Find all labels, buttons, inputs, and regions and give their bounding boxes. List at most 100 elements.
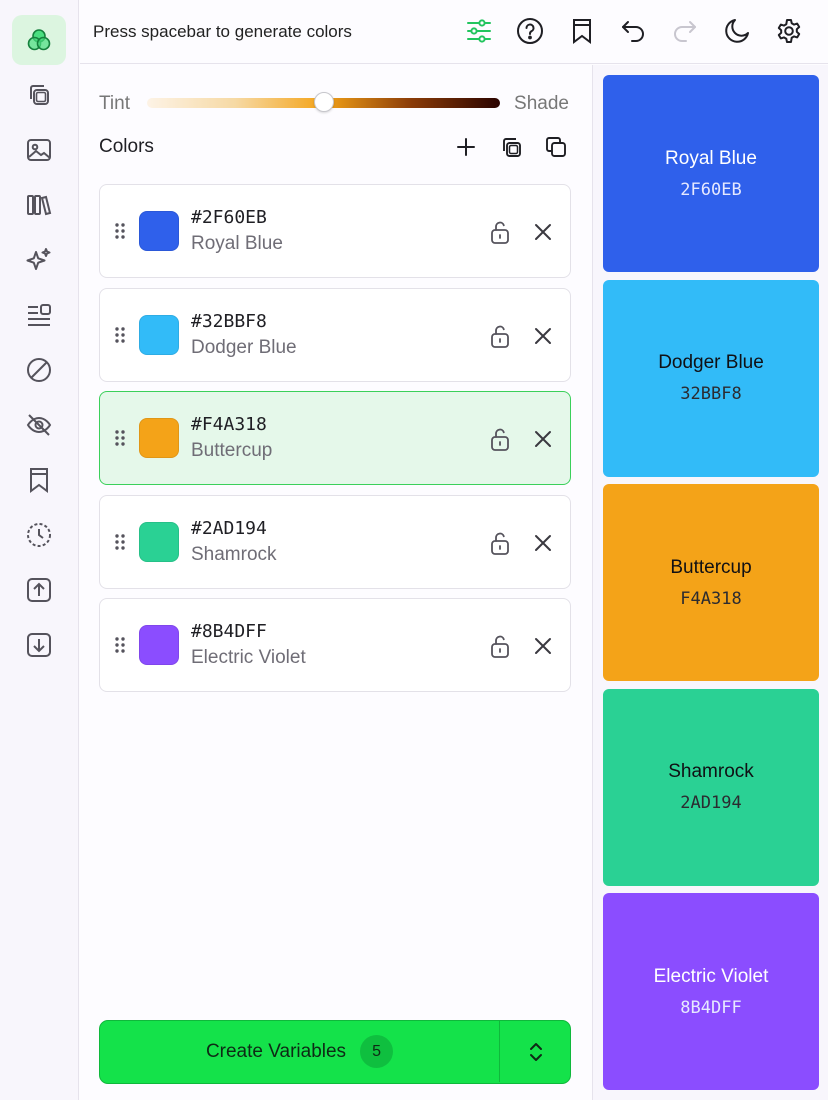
list-view-button[interactable] — [12, 290, 66, 340]
preview-color-name: Buttercup — [670, 556, 752, 578]
drag-handle-icon[interactable] — [114, 221, 126, 241]
color-name: Electric Violet — [191, 647, 306, 668]
preview-color-hex: 2F60EB — [680, 179, 742, 200]
bookmarks-button[interactable] — [12, 455, 66, 505]
slash-circle-icon — [27, 358, 51, 382]
close-icon[interactable] — [530, 633, 556, 659]
unlock-icon[interactable] — [487, 323, 513, 349]
preview-color-hex: 2AD194 — [680, 793, 742, 813]
history-button[interactable] — [12, 510, 66, 560]
close-icon[interactable] — [530, 219, 556, 245]
color-list: #2F60EB Royal Blue #32BBF8 Dodger Blue #F4A3… — [99, 184, 571, 702]
color-hex[interactable]: #2AD194 — [191, 518, 267, 539]
preview-swatch[interactable]: Shamrock 2AD194 — [603, 688, 819, 886]
color-hex[interactable]: #32BBF8 — [191, 311, 267, 332]
copy-all-button[interactable] — [497, 133, 525, 161]
preview-swatch[interactable]: Royal Blue 2F60EB — [603, 75, 819, 272]
add-color-button[interactable] — [452, 133, 480, 161]
upload-icon — [27, 578, 51, 602]
import-button[interactable] — [12, 620, 66, 670]
slider-thumb[interactable] — [313, 92, 334, 112]
list-icon — [28, 304, 51, 326]
adjust-button[interactable] — [462, 14, 496, 48]
undo-icon — [622, 21, 644, 42]
color-row[interactable]: #8B4DFF Electric Violet — [99, 598, 571, 692]
export-button[interactable] — [12, 565, 66, 615]
adjustments-icon — [467, 19, 491, 43]
color-name: Buttercup — [191, 440, 273, 461]
sparkles-icon — [26, 248, 51, 270]
undo-button[interactable] — [616, 14, 650, 48]
history-icon — [27, 523, 51, 547]
tint-label: Tint — [99, 93, 130, 114]
create-options-toggle[interactable] — [501, 1021, 570, 1082]
color-swatch[interactable] — [139, 625, 179, 665]
ai-generate-button[interactable] — [12, 235, 66, 285]
tool-sidebar — [0, 0, 79, 1100]
image-icon — [27, 139, 51, 161]
palette-generator-button[interactable] — [12, 15, 66, 65]
duplicate-palette-button[interactable] — [12, 70, 66, 120]
color-swatch[interactable] — [139, 521, 179, 562]
preview-color-hex: 32BBF8 — [680, 384, 742, 404]
download-icon — [27, 633, 51, 657]
drag-handle-icon[interactable] — [114, 532, 126, 552]
disable-button[interactable] — [12, 345, 66, 395]
help-icon — [517, 18, 543, 44]
eye-off-icon — [26, 414, 52, 436]
colors-heading: Colors — [99, 136, 154, 157]
unlock-icon[interactable] — [487, 426, 513, 452]
unlock-icon[interactable] — [487, 530, 513, 556]
preview-color-hex: F4A318 — [680, 588, 742, 609]
drag-handle-icon[interactable] — [114, 635, 126, 655]
spacebar-hint: Press spacebar to generate colors — [93, 22, 352, 41]
copy-button[interactable] — [542, 133, 570, 161]
close-icon[interactable] — [530, 323, 556, 349]
image-extract-button[interactable] — [12, 125, 66, 175]
copy-stack-icon — [503, 138, 521, 157]
color-row[interactable]: #2AD194 Shamrock — [99, 494, 571, 589]
redo-button[interactable] — [668, 14, 702, 48]
save-palette-button[interactable] — [565, 14, 599, 48]
color-row[interactable]: #32BBF8 Dodger Blue — [99, 287, 571, 382]
close-icon[interactable] — [530, 426, 556, 452]
help-button[interactable] — [513, 14, 547, 48]
bookmark-icon — [30, 468, 48, 493]
unlock-icon[interactable] — [487, 219, 513, 245]
top-bar: Press spacebar to generate colors — [80, 0, 828, 64]
color-row[interactable]: #2F60EB Royal Blue — [99, 184, 571, 278]
preview-swatch[interactable]: Buttercup F4A318 — [603, 484, 819, 681]
color-hex[interactable]: #8B4DFF — [191, 621, 267, 642]
preview-color-name: Shamrock — [668, 761, 754, 782]
preview-swatch[interactable]: Electric Violet 8B4DFF — [603, 893, 819, 1090]
color-swatch[interactable] — [139, 211, 179, 251]
drag-handle-icon[interactable] — [114, 428, 126, 448]
dark-mode-button[interactable] — [720, 14, 754, 48]
shade-label: Shade — [514, 93, 569, 114]
chevron-up-down-icon — [529, 1042, 542, 1061]
color-swatch[interactable] — [139, 314, 179, 355]
color-name: Royal Blue — [191, 233, 283, 254]
color-swatch[interactable] — [139, 418, 179, 458]
color-hex[interactable]: #2F60EB — [191, 207, 267, 228]
preview-color-name: Royal Blue — [665, 147, 757, 169]
create-variables-main[interactable]: Create Variables 5 — [100, 1021, 500, 1082]
preview-color-hex: 8B4DFF — [680, 997, 742, 1018]
color-name: Shamrock — [191, 543, 277, 565]
drag-handle-icon[interactable] — [114, 325, 126, 345]
close-icon[interactable] — [530, 530, 556, 556]
plus-icon — [457, 138, 475, 156]
gear-icon — [777, 19, 801, 43]
create-variables-button[interactable]: Create Variables 5 — [99, 1020, 571, 1084]
library-icon — [27, 195, 52, 216]
color-hex[interactable]: #F4A318 — [191, 414, 267, 435]
unlock-icon[interactable] — [487, 633, 513, 659]
library-button[interactable] — [12, 180, 66, 230]
copy-stack-icon — [30, 85, 49, 105]
palette-preview: Royal Blue 2F60EB Dodger Blue 32BBF8 Butterc… — [592, 65, 828, 1100]
color-row[interactable]: #F4A318 Buttercup — [99, 391, 571, 485]
settings-button[interactable] — [772, 14, 806, 48]
hide-button[interactable] — [12, 400, 66, 450]
preview-swatch[interactable]: Dodger Blue 32BBF8 — [603, 279, 819, 477]
copy-icon — [546, 137, 566, 157]
